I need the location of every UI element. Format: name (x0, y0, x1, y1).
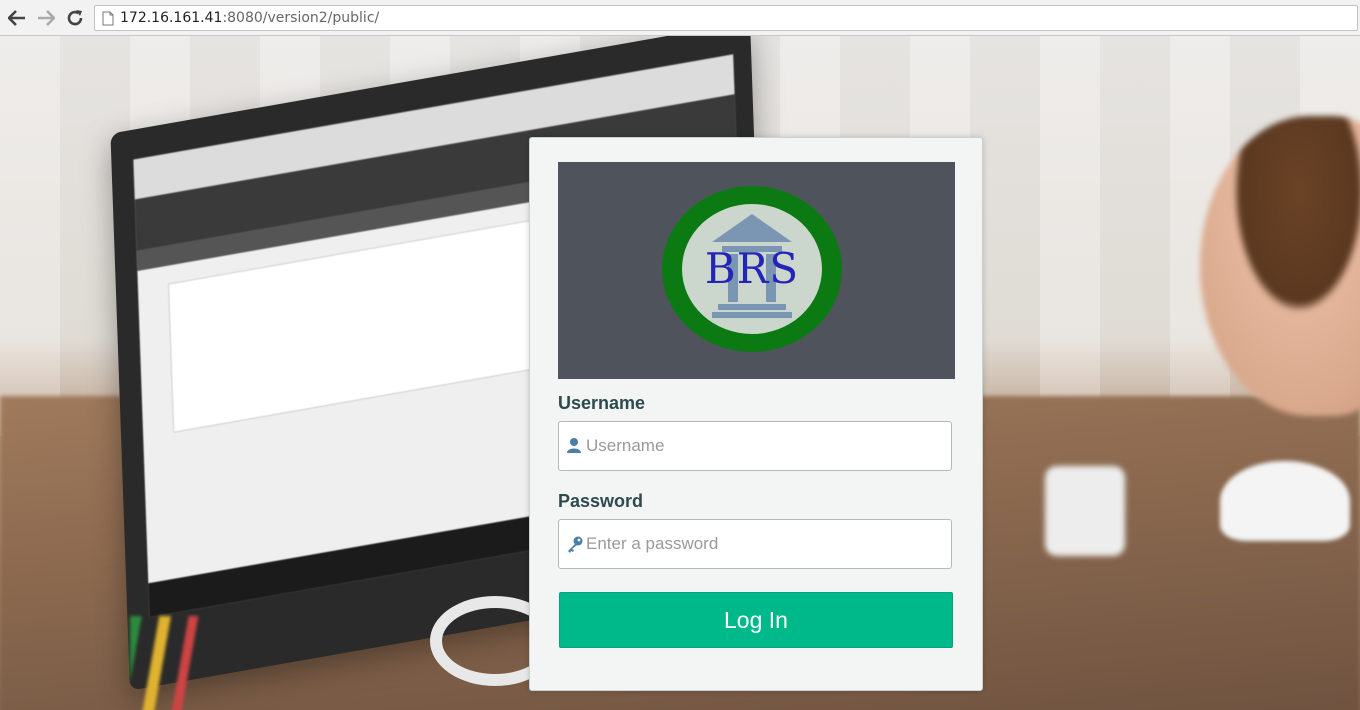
login-card: BRS Username Password Log In (529, 137, 983, 691)
login-button[interactable]: Log In (559, 592, 953, 648)
password-field[interactable] (558, 519, 952, 569)
username-field[interactable] (558, 421, 952, 471)
logo-text: BRS (704, 244, 800, 293)
logo-panel: BRS (558, 162, 955, 379)
reload-icon[interactable] (65, 8, 85, 28)
password-input[interactable] (586, 526, 942, 562)
arrow-right-icon[interactable] (36, 8, 56, 28)
cup (1045, 466, 1125, 556)
url-path: :8080/version2/public/ (222, 10, 380, 26)
user-icon (566, 437, 582, 458)
username-input[interactable] (586, 428, 942, 464)
username-label: Username (558, 393, 646, 413)
arrow-left-icon[interactable] (7, 8, 27, 28)
key-icon (566, 535, 584, 558)
url-host: 172.16.161.41 (120, 10, 223, 26)
address-bar[interactable]: 172.16.161.41:8080/version2/public/ (94, 5, 1358, 31)
url-text: 172.16.161.41:8080/version2/public/ (120, 10, 379, 26)
pencils (130, 616, 210, 710)
logo-inner-circle: BRS (682, 204, 822, 334)
document-icon (102, 11, 114, 31)
browser-toolbar: 172.16.161.41:8080/version2/public/ (0, 0, 1360, 36)
hat (1220, 461, 1350, 541)
brs-logo: BRS (662, 186, 842, 352)
password-label: Password (558, 491, 644, 511)
